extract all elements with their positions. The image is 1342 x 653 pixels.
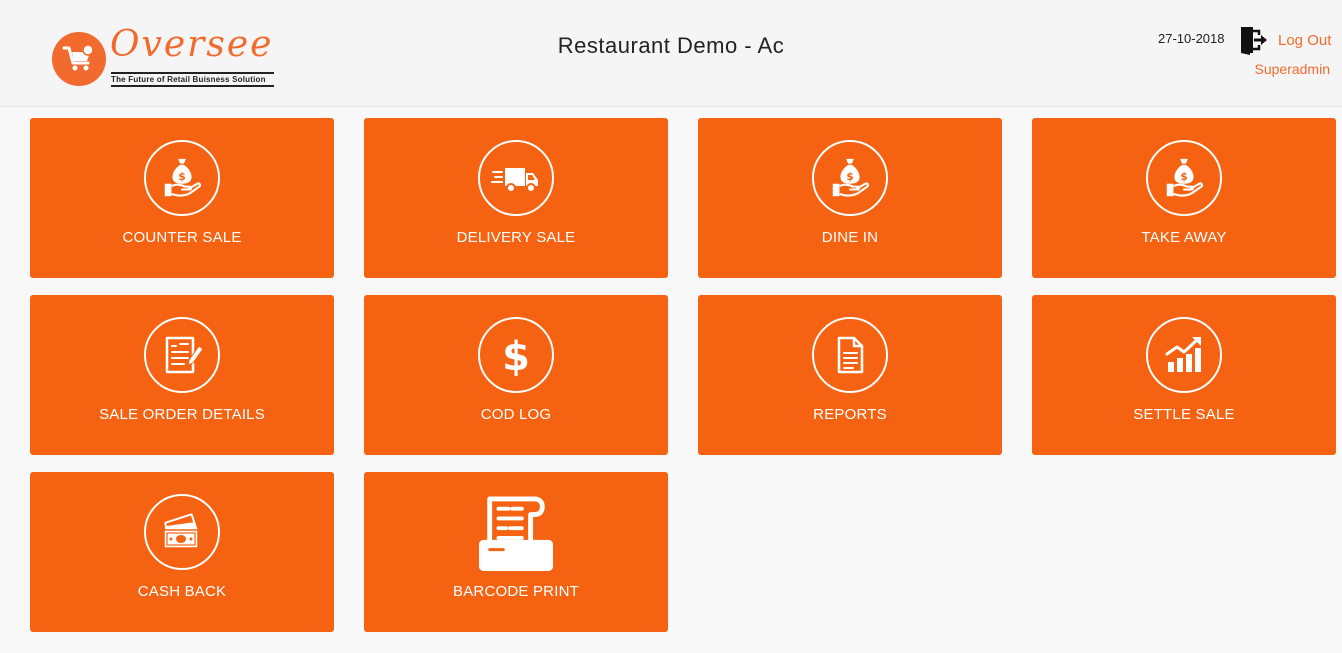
money-bag-hand-icon bbox=[812, 140, 888, 216]
report-file-icon bbox=[812, 317, 888, 393]
document-edit-icon bbox=[144, 317, 220, 393]
tile-label: REPORTS bbox=[813, 406, 887, 423]
logout-label: Log Out bbox=[1278, 31, 1332, 49]
tile-reports[interactable]: REPORTS bbox=[698, 295, 1002, 455]
tile-label: CASH BACK bbox=[137, 583, 227, 600]
tile-sale-order-details[interactable]: SALE ORDER DETAILS bbox=[30, 295, 334, 455]
user-name[interactable]: Superadmin bbox=[1255, 61, 1331, 77]
tile-label: COD LOG bbox=[480, 406, 552, 423]
logo-tagline: The Future of Retail Buisness Solution bbox=[111, 72, 274, 87]
logout-door-icon bbox=[1241, 27, 1267, 55]
tile-cash-back[interactable]: CASH BACK bbox=[30, 472, 334, 632]
page-title: Restaurant Demo - Ac bbox=[557, 33, 785, 58]
tile-label: DELIVERY SALE bbox=[456, 229, 576, 246]
current-date: 27-10-2018 bbox=[1158, 31, 1225, 46]
tile-label: TAKE AWAY bbox=[1141, 229, 1227, 246]
dollar-icon: $ bbox=[478, 317, 554, 393]
tile-take-away[interactable]: TAKE AWAY bbox=[1032, 118, 1336, 278]
cash-notes-icon bbox=[144, 494, 220, 570]
tile-label: SALE ORDER DETAILS bbox=[99, 406, 265, 423]
money-bag-hand-icon bbox=[1146, 140, 1222, 216]
growth-chart-icon bbox=[1146, 317, 1222, 393]
tile-barcode-print[interactable]: BARCODE PRINT bbox=[364, 472, 668, 632]
delivery-truck-icon bbox=[478, 140, 554, 216]
tile-label: SETTLE SALE bbox=[1133, 406, 1235, 423]
tile-cod-log[interactable]: $ COD LOG bbox=[364, 295, 668, 455]
tile-delivery-sale[interactable]: DELIVERY SALE bbox=[364, 118, 668, 278]
tile-dine-in[interactable]: DINE IN bbox=[698, 118, 1002, 278]
tile-label: BARCODE PRINT bbox=[453, 583, 579, 600]
logout-button[interactable]: Log Out bbox=[1238, 25, 1331, 55]
tile-label: DINE IN bbox=[821, 229, 879, 246]
money-bag-hand-icon bbox=[144, 140, 220, 216]
svg-text:$: $ bbox=[502, 334, 530, 378]
tile-label: COUNTER SALE bbox=[122, 229, 242, 246]
tile-settle-sale[interactable]: SETTLE SALE bbox=[1032, 295, 1336, 455]
top-bar: Oversee The Future of Retail Buisness So… bbox=[0, 0, 1342, 107]
tile-counter-sale[interactable]: COUNTER SALE bbox=[30, 118, 334, 278]
barcode-printer-icon bbox=[478, 494, 554, 572]
